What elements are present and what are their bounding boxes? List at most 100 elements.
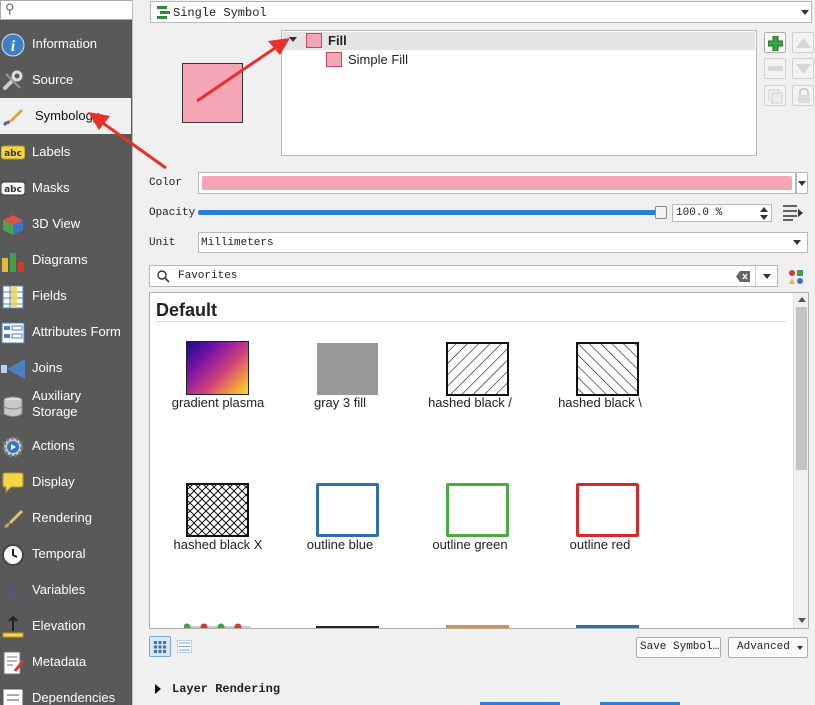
sidebar-search-input[interactable]: ⚲ bbox=[0, 0, 132, 20]
hashed-forward-thumbnail bbox=[446, 342, 509, 396]
sidebar-item-display[interactable]: Display bbox=[0, 464, 132, 500]
sidebar-item-label: Rendering bbox=[32, 510, 92, 525]
lock-layer-button[interactable] bbox=[792, 85, 814, 106]
sidebar-item-variables[interactable]: ε Variables bbox=[0, 572, 132, 608]
scrollbar-thumb[interactable] bbox=[796, 307, 807, 470]
sidebar-item-temporal[interactable]: Temporal bbox=[0, 536, 132, 572]
library-search-value: Favorites bbox=[178, 270, 238, 282]
renderer-dropdown[interactable]: Single Symbol bbox=[150, 1, 812, 23]
tree-row-simple-fill[interactable]: Simple Fill bbox=[283, 51, 755, 69]
scroll-down-icon[interactable] bbox=[798, 618, 806, 623]
sidebar-item-3d-view[interactable]: 3D View bbox=[0, 206, 132, 242]
opacity-slider-track[interactable] bbox=[198, 210, 664, 215]
symbol-item-hashed-black-x[interactable]: hashed black X bbox=[150, 435, 270, 585]
advanced-button[interactable]: Advanced bbox=[728, 637, 808, 658]
sidebar-item-source[interactable]: Source bbox=[0, 62, 132, 98]
hashed-backward-thumbnail bbox=[576, 342, 639, 396]
sidebar-item-symbology[interactable]: Symbology bbox=[0, 98, 131, 134]
outline-red-thumbnail bbox=[576, 483, 639, 537]
library-search-input[interactable]: Favorites bbox=[149, 265, 778, 287]
arrow-down-icon bbox=[796, 64, 811, 74]
single-symbol-icon bbox=[157, 6, 170, 19]
dependencies-icon bbox=[2, 688, 24, 705]
plus-icon bbox=[768, 36, 783, 51]
duplicate-icon bbox=[768, 89, 783, 104]
sidebar-item-label-line1: Auxiliary bbox=[32, 388, 82, 403]
sidebar-item-label: Symbology bbox=[35, 108, 100, 123]
sidebar-item-label: Attributes Form bbox=[32, 324, 121, 339]
opacity-spinbox[interactable]: 100.0 % bbox=[672, 204, 772, 222]
search-icon bbox=[157, 270, 170, 283]
move-up-button[interactable] bbox=[792, 32, 814, 53]
partial-thumbnail-dots bbox=[184, 623, 250, 628]
chevron-down-icon[interactable] bbox=[763, 274, 771, 279]
spin-down-icon[interactable] bbox=[760, 215, 768, 220]
chevron-down-icon bbox=[801, 10, 809, 15]
sidebar-item-label: Variables bbox=[32, 582, 86, 597]
collapse-arrow-icon[interactable] bbox=[155, 684, 161, 694]
style-manager-icon[interactable] bbox=[787, 268, 805, 286]
sidebar-item-auxiliary-storage[interactable]: Auxiliary Storage bbox=[0, 386, 132, 428]
sidebar-item-dependencies[interactable]: Dependencies bbox=[0, 680, 132, 705]
sidebar-item-rendering[interactable]: Rendering bbox=[0, 500, 132, 536]
color-button[interactable] bbox=[198, 172, 796, 194]
sidebar-item-masks[interactable]: abc Masks bbox=[0, 170, 132, 206]
gradient-plasma-thumbnail bbox=[186, 341, 249, 395]
renderer-value: Single Symbol bbox=[173, 6, 267, 20]
data-defined-override-icon[interactable] bbox=[781, 204, 805, 222]
color-dropdown-button[interactable] bbox=[796, 172, 808, 194]
expand-arrow-icon[interactable] bbox=[289, 37, 297, 42]
symbol-item-outline-green[interactable]: outline green bbox=[410, 435, 530, 585]
sidebar-item-information[interactable]: i Information bbox=[0, 26, 132, 62]
form-icon bbox=[1, 322, 25, 344]
sidebar-item-elevation[interactable]: Elevation bbox=[0, 608, 132, 644]
scroll-up-icon[interactable] bbox=[798, 297, 806, 302]
info-icon: i bbox=[1, 33, 25, 57]
sidebar-item-diagrams[interactable]: Diagrams bbox=[0, 242, 132, 278]
layer-rendering-header[interactable]: Layer Rendering bbox=[172, 682, 280, 696]
remove-layer-button[interactable] bbox=[764, 58, 786, 79]
dropdown-separator bbox=[755, 266, 756, 286]
symbol-item-gray-3-fill[interactable]: gray 3 fill bbox=[280, 293, 400, 443]
sidebar-item-fields[interactable]: Fields bbox=[0, 278, 132, 314]
symbol-layer-tree[interactable]: Fill Simple Fill bbox=[281, 30, 757, 156]
svg-text:abc: abc bbox=[4, 185, 22, 195]
symbol-name: hashed black \ bbox=[558, 395, 642, 410]
diagram-icon bbox=[2, 253, 24, 272]
unit-value: Millimeters bbox=[201, 237, 274, 249]
add-layer-button[interactable] bbox=[764, 32, 786, 53]
move-down-button[interactable] bbox=[792, 58, 814, 79]
opacity-slider-handle[interactable] bbox=[655, 206, 667, 219]
sidebar-item-label: Actions bbox=[32, 438, 75, 453]
spin-up-icon[interactable] bbox=[760, 207, 768, 212]
tree-root-label: Fill bbox=[328, 33, 347, 48]
sidebar-item-labels[interactable]: abc Labels bbox=[0, 134, 132, 170]
symbol-item-gradient-plasma[interactable]: gradient plasma bbox=[150, 293, 270, 443]
clear-input-icon[interactable] bbox=[736, 271, 750, 282]
fill-swatch-icon bbox=[306, 33, 322, 48]
symbol-item-outline-blue[interactable]: outline blue bbox=[280, 435, 400, 585]
clock-icon bbox=[2, 544, 24, 566]
database-icon bbox=[3, 396, 23, 417]
save-symbol-button[interactable]: Save Symbol… bbox=[636, 637, 721, 658]
sidebar-item-label: Labels bbox=[32, 144, 71, 159]
tree-row-fill[interactable]: Fill bbox=[283, 32, 755, 50]
duplicate-layer-button[interactable] bbox=[764, 85, 786, 106]
chevron-down-icon bbox=[798, 181, 806, 186]
symbol-item-hashed-black-backslash[interactable]: hashed black \ bbox=[540, 293, 660, 443]
sidebar-item-joins[interactable]: Joins bbox=[0, 350, 132, 386]
sidebar-item-attributes-form[interactable]: Attributes Form bbox=[0, 314, 132, 350]
minus-icon bbox=[768, 66, 783, 71]
sidebar-item-metadata[interactable]: Metadata bbox=[0, 644, 132, 680]
list-view-icon[interactable] bbox=[177, 640, 192, 653]
abc-label-icon: abc bbox=[1, 145, 25, 160]
icon-view-button[interactable] bbox=[149, 636, 171, 657]
svg-text:abc: abc bbox=[4, 149, 22, 159]
sidebar-item-actions[interactable]: Actions bbox=[0, 428, 132, 464]
library-scrollbar[interactable] bbox=[793, 293, 808, 628]
tree-child-label: Simple Fill bbox=[348, 52, 408, 67]
unit-dropdown[interactable]: Millimeters bbox=[198, 232, 808, 253]
symbol-item-hashed-black-slash[interactable]: hashed black / bbox=[410, 293, 530, 443]
gear-play-icon bbox=[2, 436, 24, 458]
symbol-item-outline-red[interactable]: outline red bbox=[540, 435, 660, 585]
